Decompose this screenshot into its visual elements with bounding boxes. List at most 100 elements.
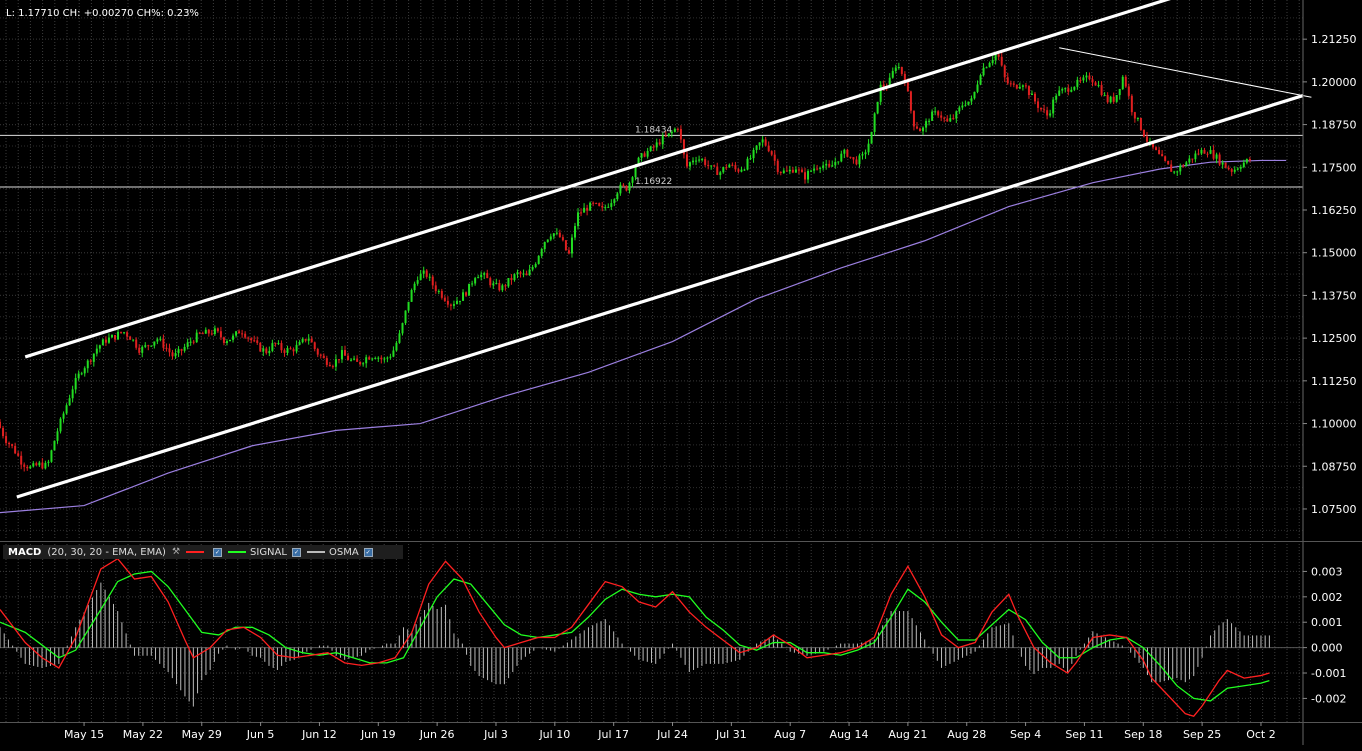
candle-body: [646, 150, 649, 157]
candle-body: [1079, 79, 1082, 81]
candle-body: [162, 338, 165, 348]
candle-body: [528, 269, 531, 276]
candle-body: [1182, 165, 1185, 167]
candle-body: [622, 184, 625, 186]
candle-body: [35, 463, 38, 466]
candle-body: [1139, 117, 1142, 131]
candle-body: [713, 165, 716, 167]
candle-body: [8, 442, 11, 445]
candle-body: [649, 146, 652, 151]
candle-body: [153, 341, 156, 346]
candle-body: [958, 107, 961, 112]
candle-body: [1067, 88, 1070, 92]
candle-body: [549, 236, 552, 240]
candle-body: [764, 139, 767, 146]
candle-body: [719, 172, 722, 175]
candle-body: [431, 276, 434, 286]
candle-body: [794, 169, 797, 173]
candle-body: [513, 274, 516, 281]
candle-body: [422, 270, 425, 274]
candle-body: [616, 193, 619, 200]
candle-body: [1200, 149, 1203, 154]
candle-body: [1221, 162, 1224, 165]
candle-body: [204, 329, 207, 334]
candle-body: [446, 300, 449, 305]
candle-body: [238, 331, 241, 334]
candle-body: [828, 163, 831, 167]
moving-average-line: [0, 159, 1287, 514]
candle-body: [1161, 154, 1164, 157]
candle-body: [852, 157, 855, 160]
candle-body: [973, 91, 976, 99]
candle-body: [743, 169, 746, 171]
candle-body: [1000, 56, 1003, 66]
price-tick-label: 1.12500: [1311, 332, 1357, 345]
candle-body: [961, 105, 964, 108]
candle-body: [304, 338, 307, 341]
candle-body: [897, 67, 900, 69]
candle-body: [1145, 136, 1148, 142]
candle-body: [667, 133, 670, 136]
candle-body: [583, 207, 586, 213]
candle-body: [937, 111, 940, 116]
candle-body: [377, 357, 380, 359]
candle-body: [1112, 96, 1115, 102]
candle-body: [198, 332, 201, 334]
horizontal-level-label: 1.16922: [635, 177, 672, 187]
candle-body: [77, 373, 80, 378]
candle-body: [401, 323, 404, 334]
candle-body: [782, 170, 785, 173]
candle-body: [114, 335, 117, 340]
candle-body: [183, 346, 186, 351]
x-tick-label: Jun 26: [419, 728, 455, 741]
candle-body: [126, 332, 129, 337]
candle-body: [1224, 162, 1227, 168]
candle-body: [340, 350, 343, 360]
candle-body: [601, 205, 604, 208]
candle-body: [891, 71, 894, 78]
candle-body: [1082, 77, 1085, 81]
x-tick-label: Sep 25: [1183, 728, 1221, 741]
channel-line: [24, 0, 1171, 359]
price-tick-label: 1.11250: [1311, 375, 1357, 388]
candle-body: [1209, 149, 1212, 154]
candle-body: [1242, 162, 1245, 168]
candle-body: [350, 359, 353, 361]
price-tick-label: 1.18750: [1311, 119, 1357, 132]
wrench-icon[interactable]: ⚒: [172, 547, 180, 557]
candle-body: [810, 170, 813, 172]
candle-body: [770, 151, 773, 155]
candle-body: [368, 357, 371, 360]
candle-body: [138, 347, 141, 353]
candle-body: [800, 169, 803, 173]
candle-body: [692, 160, 695, 163]
candle-body: [165, 347, 168, 349]
candle-body: [849, 156, 852, 158]
candle-body: [62, 413, 65, 419]
candle-body: [604, 207, 607, 209]
osma-color-swatch: [306, 551, 325, 553]
candle-body: [695, 160, 698, 162]
osma-visible-checkbox[interactable]: ✓: [363, 547, 373, 557]
candle-body: [495, 283, 498, 285]
candle-body: [186, 342, 189, 347]
candle-body: [1218, 154, 1221, 165]
signal-visible-checkbox[interactable]: ✓: [291, 547, 301, 557]
candle-body: [17, 453, 20, 456]
candle-body: [925, 121, 928, 128]
candle-body: [117, 331, 120, 340]
candle-body: [1097, 85, 1100, 87]
candle-body: [619, 184, 622, 194]
candle-body: [589, 202, 592, 211]
price-tick-label: 1.17500: [1311, 161, 1357, 174]
candle-body: [189, 341, 192, 343]
candle-body: [819, 167, 822, 169]
macd-visible-checkbox[interactable]: ✓: [213, 547, 223, 557]
candle-body: [398, 333, 401, 343]
x-tick-label: Jun 12: [301, 728, 337, 741]
candle-body: [837, 161, 840, 163]
candle-body: [1021, 85, 1024, 87]
candle-body: [365, 357, 368, 364]
candle-body: [698, 159, 701, 161]
candle-body: [979, 75, 982, 85]
